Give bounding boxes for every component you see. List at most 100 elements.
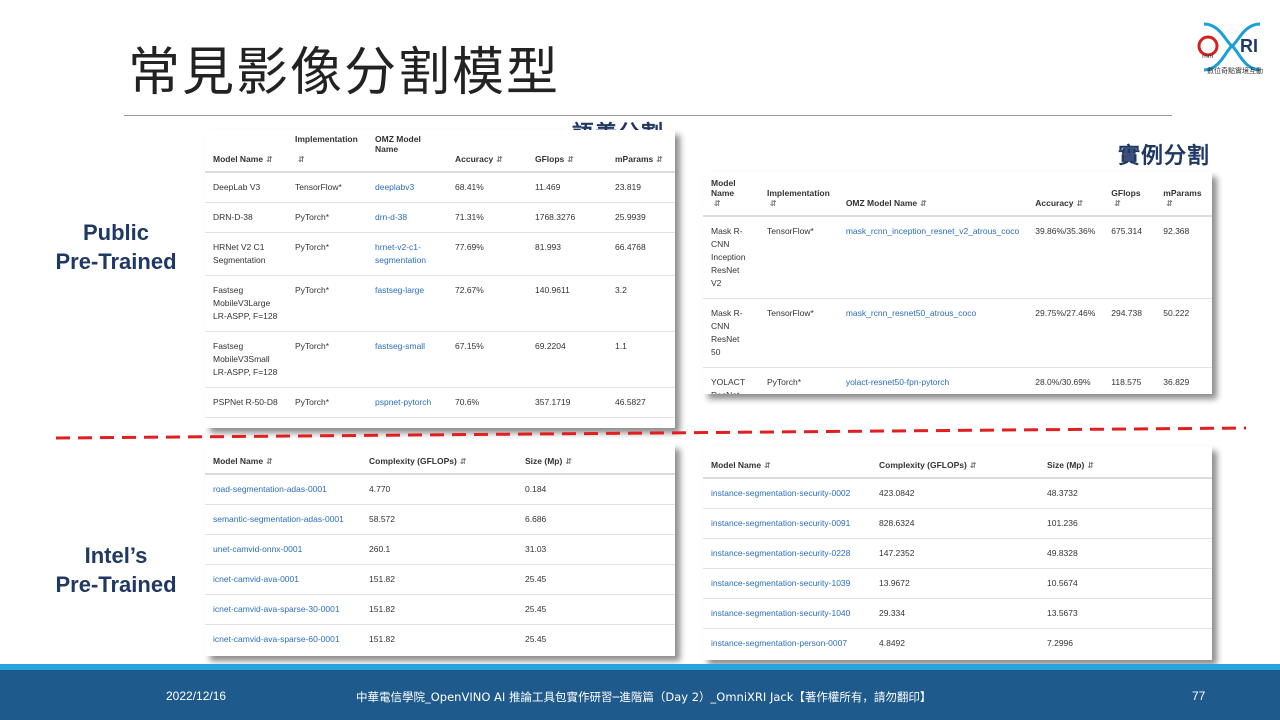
table-cell: PyTorch*: [287, 387, 367, 418]
col-header[interactable]: OMZ Model Name ⇵: [837, 178, 1028, 217]
col-header[interactable]: Model Name ⇵: [205, 456, 361, 475]
table-cell: 140.9611: [527, 275, 607, 332]
col-header[interactable]: OMZ Model Name: [367, 134, 447, 173]
table-cell: 29.334: [871, 598, 1039, 629]
col-header[interactable]: Size (Mp) ⇵: [517, 456, 675, 475]
table-row: road-segmentation-adas-0001 4.770 0.184: [205, 473, 675, 505]
table-cell: 423.0842: [871, 477, 1039, 509]
table-cell: 828.6324: [871, 508, 1039, 539]
table-cell: 28.0%/30.69%: [1027, 367, 1104, 394]
col-header[interactable]: GFlops ⇵: [1103, 178, 1156, 217]
model-link[interactable]: instance-segmentation-security-1039: [703, 568, 871, 599]
model-link[interactable]: instance-segmentation-security-1040: [703, 598, 871, 629]
table-row: DRN-D-38 PyTorch* drn-d-38 71.31% 1768.3276 2…: [205, 202, 675, 233]
col-header[interactable]: GFlops ⇵: [527, 134, 607, 173]
table-row: YOLACT ResNet 50 FPNPyTorch*yolact-resne…: [703, 367, 1212, 394]
col-header[interactable]: Complexity (GFLOPs) ⇵: [871, 460, 1039, 479]
table-row: Fastseg MobileV3Large LR-ASPP, F=128 PyTo…: [205, 275, 675, 332]
col-header[interactable]: Size (Mp) ⇵: [1039, 460, 1212, 479]
svg-text:RI: RI: [1240, 36, 1258, 56]
table-cell: PyTorch*: [287, 232, 367, 276]
table-cell: 7.2996: [1039, 628, 1212, 658]
col-header[interactable]: mParams ⇵: [607, 134, 675, 173]
table-cell: 25.45: [517, 594, 675, 625]
col-header[interactable]: Accuracy ⇵: [447, 134, 527, 173]
intel-label-line1: Intel’s: [84, 543, 148, 568]
table-cell: 77.69%: [447, 232, 527, 276]
model-link[interactable]: mask_rcnn_inception_resnet_v2_atrous_coc…: [837, 215, 1028, 299]
table-row: instance-segmentation-security-0091 828.6…: [703, 508, 1212, 539]
table-cell: 31.03: [517, 534, 675, 565]
intel-instance-table-card: Model Name ⇵ Complexity (GFLOPs) ⇵ Size (M…: [703, 446, 1212, 660]
col-header[interactable]: Implementation ⇵: [287, 134, 367, 173]
slide-title: 常見影像分割模型: [128, 43, 561, 103]
model-link[interactable]: road-segmentation-adas-0001: [205, 473, 361, 505]
table-cell: 151.82: [361, 564, 517, 595]
col-header[interactable]: mParams ⇵: [1155, 178, 1212, 217]
model-link[interactable]: icnet-camvid-ava-0001: [205, 564, 361, 595]
table-row: Fastseg MobileV3Small LR-ASPP, F=128 PyTo…: [205, 331, 675, 388]
col-header[interactable]: Implementation ⇵: [759, 178, 838, 217]
model-link[interactable]: ocrnet-hrnet-w48-paddle: [367, 417, 447, 428]
model-link[interactable]: deeplabv3: [367, 171, 447, 203]
table-cell: Mask R-CNN ResNet 50: [703, 298, 759, 368]
table-cell: 25.45: [517, 564, 675, 595]
model-link[interactable]: yolact-resnet50-fpn-pytorch: [837, 367, 1028, 394]
table-row: PSPNet R-50-D8 PyTorch* pspnet-pytorch 70.6…: [205, 387, 675, 418]
model-link[interactable]: instance-segmentation-security-0002: [703, 477, 871, 509]
public-label-line1: Public: [82, 220, 149, 245]
table-cell: 675.314: [1103, 215, 1156, 299]
model-link[interactable]: hrnet-v2-c1-segmentation: [367, 232, 447, 276]
table-cell: 23.819: [607, 171, 675, 203]
table-cell: DeepLab V3: [205, 171, 287, 203]
table-row: unet-camvid-onnx-0001 260.1 31.03: [205, 534, 675, 565]
model-link[interactable]: drn-d-38: [367, 202, 447, 233]
table-cell: 25.9939: [607, 202, 675, 233]
col-header[interactable]: Model Name ⇵: [703, 178, 759, 217]
model-link[interactable]: semantic-segmentation-adas-0001: [205, 504, 361, 535]
public-semantic-table-card: Model Name ⇵ Implementation ⇵ OMZ Model Na…: [205, 130, 675, 428]
public-semantic-table: Model Name ⇵ Implementation ⇵ OMZ Model Na…: [205, 134, 675, 428]
table-row: HRNet V2 C1 Segmentation PyTorch* hrnet-v2…: [205, 232, 675, 276]
model-link[interactable]: instance-segmentation-person-0007: [703, 628, 871, 658]
table-cell: TensorFlow*: [759, 215, 838, 299]
model-link[interactable]: fastseg-small: [367, 331, 447, 388]
table-cell: 46.5827: [607, 387, 675, 418]
table-cell: 29.75%/27.46%: [1027, 298, 1104, 368]
model-link[interactable]: instance-segmentation-security-0228: [703, 538, 871, 569]
model-link[interactable]: fastseg-large: [367, 275, 447, 332]
svg-text:mni: mni: [1202, 53, 1214, 60]
table-cell: 1768.3276: [527, 202, 607, 233]
model-link[interactable]: instance-segmentation-security-0091: [703, 508, 871, 539]
table-cell: 67.15%: [447, 331, 527, 388]
table-cell: 294.738: [1103, 298, 1156, 368]
table-cell: 10.5674: [1039, 568, 1212, 599]
table-cell: YOLACT ResNet 50 FPN: [703, 367, 759, 394]
table-cell: PyTorch*: [287, 331, 367, 388]
table-cell: 36.829: [1155, 367, 1212, 394]
table-cell: 13.5673: [1039, 598, 1212, 629]
table-row: instance-segmentation-security-1039 13.96…: [703, 568, 1212, 599]
model-link[interactable]: pspnet-pytorch: [367, 387, 447, 418]
col-header[interactable]: Model Name ⇵: [205, 134, 287, 173]
table-cell: PyTorch*: [287, 202, 367, 233]
model-link[interactable]: icnet-camvid-ava-sparse-30-0001: [205, 594, 361, 625]
col-header[interactable]: Complexity (GFLOPs) ⇵: [361, 456, 517, 475]
col-header[interactable]: Accuracy ⇵: [1027, 178, 1104, 217]
table-cell: PyTorch*: [759, 367, 838, 394]
col-header[interactable]: Model Name ⇵: [703, 460, 871, 479]
public-instance-table-card: Model Name ⇵ Implementation ⇵ OMZ Model Na…: [703, 172, 1212, 394]
table-cell: 147.2352: [871, 538, 1039, 569]
intel-instance-table: Model Name ⇵ Complexity (GFLOPs) ⇵ Size (M…: [703, 460, 1212, 658]
table-cell: 13.9672: [871, 568, 1039, 599]
table-cell: 39.86%/35.36%: [1027, 215, 1104, 299]
table-cell: 118.575: [1103, 367, 1156, 394]
intel-pretrained-label: Intel’s Pre-Trained: [44, 541, 188, 599]
table-cell: 0.184: [517, 473, 675, 505]
table-cell: TensorFlow*: [287, 171, 367, 203]
model-link[interactable]: icnet-camvid-ava-sparse-60-0001: [205, 624, 361, 654]
model-link[interactable]: unet-camvid-onnx-0001: [205, 534, 361, 565]
table-header-row: Model Name ⇵ Complexity (GFLOPs) ⇵ Size (M…: [205, 456, 675, 475]
model-link[interactable]: mask_rcnn_resnet50_atrous_coco: [837, 298, 1028, 368]
table-cell: 260.1: [361, 534, 517, 565]
